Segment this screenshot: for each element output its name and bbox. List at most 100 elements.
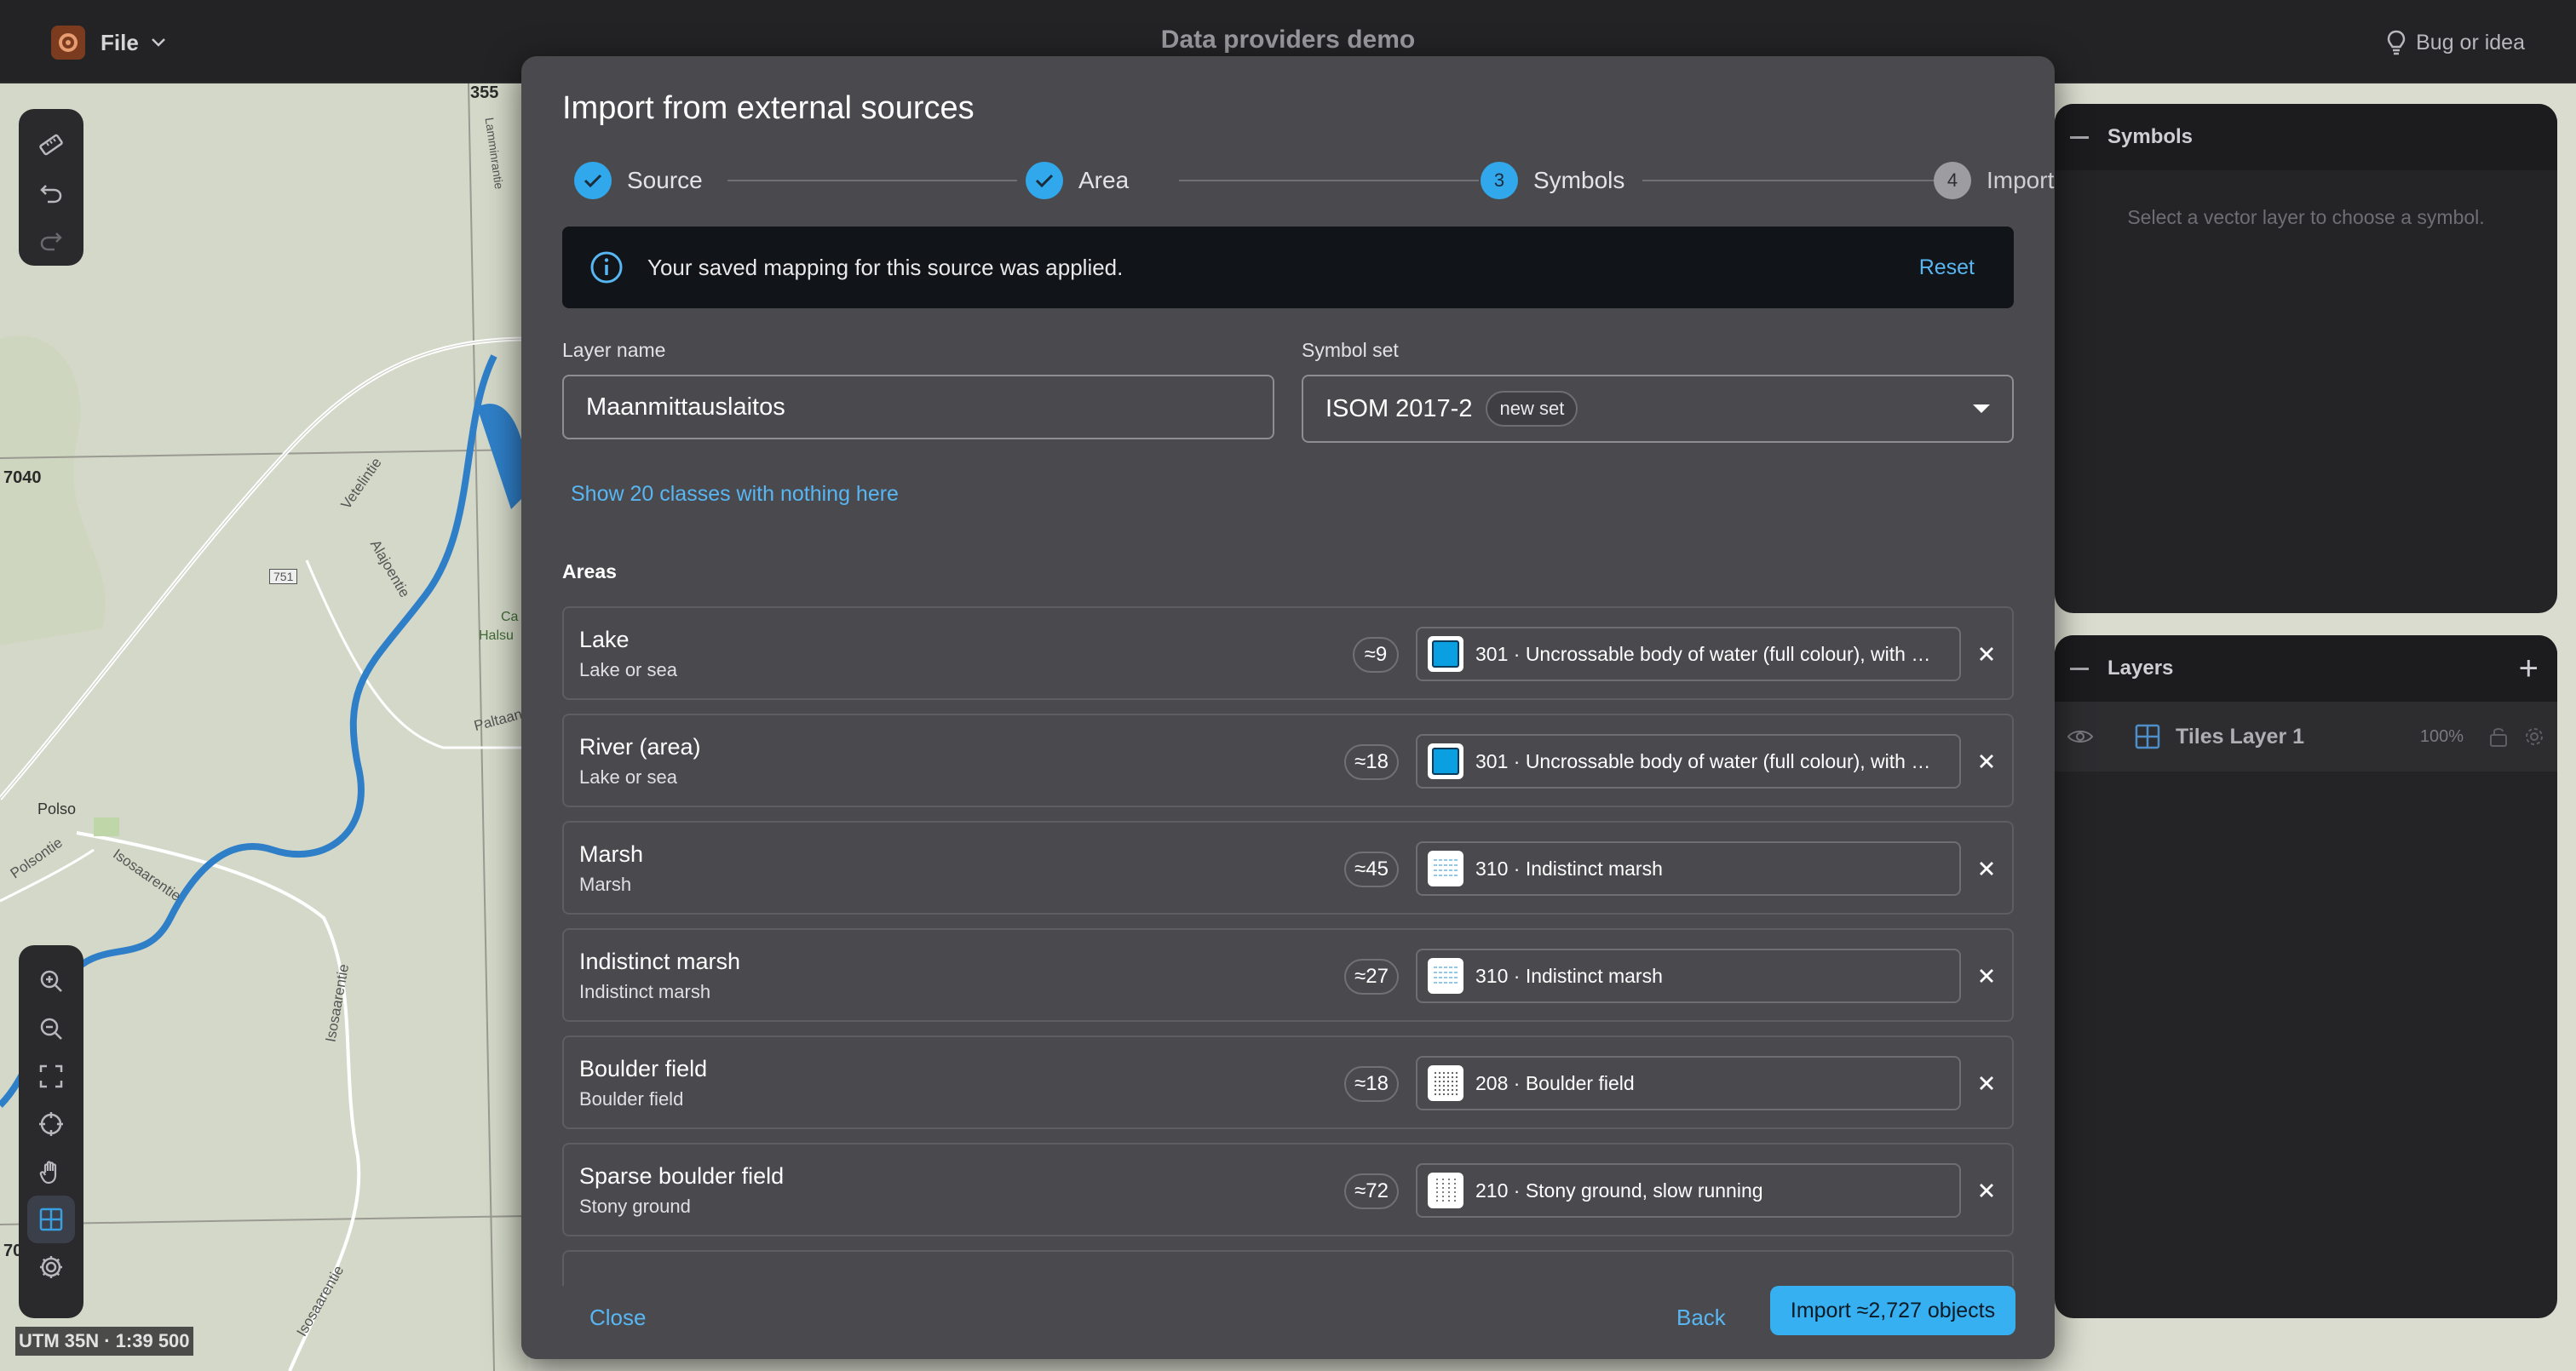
layer-name: Tiles Layer 1 — [2176, 724, 2305, 749]
remove-mapping-button[interactable] — [1971, 639, 2002, 669]
symbol-name: 210 · Stony ground, slow running — [1475, 1179, 1763, 1202]
symbol-name: 208 · Boulder field — [1475, 1071, 1635, 1094]
grid-button[interactable] — [27, 1196, 75, 1243]
file-menu[interactable]: File — [101, 26, 166, 60]
symbol-swatch-icon — [1428, 1065, 1463, 1101]
layers-panel: Layers + Tiles Layer 1 100% — [2055, 635, 2557, 1318]
row-source-class: Lake or sea — [579, 659, 677, 680]
symbol-name: 301 · Uncrossable body of water (full co… — [1475, 642, 1931, 665]
new-set-badge: new set — [1486, 391, 1578, 427]
symbol-swatch-icon — [1428, 636, 1463, 672]
mapping-row: Boulder field Boulder field ≈18 208 · Bould… — [562, 1035, 2014, 1129]
layer-opacity: 100% — [2419, 726, 2464, 746]
symbol-swatch-icon — [1428, 851, 1463, 886]
coordinate-readout: UTM 35N · 1:39 500 — [15, 1327, 193, 1356]
gear-icon[interactable] — [2523, 726, 2545, 748]
file-menu-label: File — [101, 29, 139, 55]
redo-button[interactable] — [27, 216, 75, 264]
add-layer-button[interactable]: + — [2519, 650, 2539, 688]
step-symbols[interactable]: 3 Symbols — [1481, 160, 1624, 201]
zoom-in-button[interactable] — [27, 957, 75, 1005]
row-source-class: Boulder field — [579, 1088, 684, 1110]
step-label: Area — [1078, 167, 1130, 193]
remove-mapping-button[interactable] — [1971, 1175, 2002, 1206]
symbol-name: 310 · Indistinct marsh — [1475, 857, 1663, 880]
stepper: Source Area 3 Symbols 4 Import — [574, 160, 2054, 201]
pan-hand-button[interactable] — [27, 1148, 75, 1196]
symbol-picker[interactable]: 310 · Indistinct marsh — [1416, 841, 1961, 896]
eye-icon[interactable] — [2067, 728, 2094, 745]
symbol-picker[interactable]: 210 · Stony ground, slow running — [1416, 1163, 1961, 1218]
step-source[interactable]: Source — [574, 160, 703, 201]
step-connector — [1179, 180, 1479, 181]
collapse-icon[interactable] — [2070, 667, 2089, 670]
symbol-set-select[interactable]: ISOM 2017-2 new set — [1302, 375, 2014, 443]
chevron-down-icon — [151, 38, 165, 47]
grid-icon — [39, 1208, 63, 1231]
grid-label: 355 — [470, 83, 499, 102]
row-source-name: Marsh — [579, 841, 644, 867]
symbols-panel-header[interactable]: Symbols — [2055, 104, 2557, 170]
show-empty-classes-link[interactable]: Show 20 classes with nothing here — [571, 482, 899, 507]
zoom-out-button[interactable] — [27, 1005, 75, 1053]
undo-button[interactable] — [27, 169, 75, 216]
check-icon — [1026, 162, 1063, 199]
symbol-picker[interactable]: 301 · Uncrossable body of water (full co… — [1416, 627, 1961, 681]
symbol-picker[interactable]: 208 · Boulder field — [1416, 1056, 1961, 1110]
layer-name-input[interactable] — [562, 375, 1274, 439]
row-source-name: Lake — [579, 627, 630, 652]
step-area[interactable]: Area — [1026, 160, 1129, 201]
fit-extent-button[interactable] — [27, 1053, 75, 1100]
close-button[interactable]: Close — [589, 1305, 646, 1331]
app-title: Data providers demo — [1160, 26, 1416, 54]
close-icon — [1980, 754, 1993, 768]
section-title: Areas — [562, 560, 617, 582]
undo-icon — [40, 185, 62, 204]
settings-button[interactable] — [27, 1243, 75, 1291]
symbols-panel-title: Symbols — [2107, 125, 2194, 148]
lock-icon[interactable] — [2489, 726, 2508, 748]
remove-mapping-button[interactable] — [1971, 961, 2002, 991]
close-icon — [1980, 969, 1993, 983]
ruler-icon — [39, 134, 63, 156]
symbol-name: 301 · Uncrossable body of water (full co… — [1475, 749, 1931, 772]
layer-name-label: Layer name — [562, 339, 666, 361]
symbol-picker[interactable]: 310 · Indistinct marsh — [1416, 949, 1961, 1003]
remove-mapping-button[interactable] — [1971, 1068, 2002, 1099]
row-count-badge: ≈9 — [1353, 637, 1399, 673]
remove-mapping-button[interactable] — [1971, 746, 2002, 777]
locate-button[interactable] — [27, 1100, 75, 1148]
reset-button[interactable]: Reset — [1919, 255, 1975, 280]
bug-or-idea-link[interactable]: Bug or idea — [2387, 26, 2525, 60]
mapping-row: Indistinct marsh Indistinct marsh ≈27 310 ·… — [562, 928, 2014, 1022]
layer-row[interactable]: Tiles Layer 1 100% — [2055, 702, 2557, 772]
mapping-row: River (area) Lake or sea ≈18 301 · Uncrossa… — [562, 714, 2014, 807]
tiles-layer-icon — [2135, 724, 2160, 749]
app-logo-icon[interactable] — [51, 26, 85, 60]
mapping-row: Sparse boulder field Stony ground ≈72 210 ·… — [562, 1143, 2014, 1236]
remove-mapping-button[interactable] — [1971, 853, 2002, 884]
map-toolbar — [19, 945, 83, 1318]
ruler-button[interactable] — [27, 121, 75, 169]
locate-icon — [39, 1112, 63, 1136]
row-source-name: Indistinct marsh — [579, 949, 741, 974]
step-connector — [1642, 180, 1939, 181]
symbol-set-value: ISOM 2017-2 — [1325, 394, 1473, 422]
symbol-swatch-icon — [1428, 958, 1463, 994]
layers-panel-title: Layers — [2107, 657, 2174, 680]
symbol-swatch-icon — [1428, 743, 1463, 779]
step-import[interactable]: 4 Import — [1934, 160, 2054, 201]
history-toolbar — [19, 109, 83, 266]
layers-panel-header[interactable]: Layers + — [2055, 635, 2557, 702]
row-count-badge: ≈27 — [1344, 959, 1399, 995]
info-icon — [590, 251, 623, 284]
back-button[interactable]: Back — [1676, 1305, 1726, 1331]
collapse-icon[interactable] — [2070, 135, 2089, 139]
symbol-picker[interactable]: 301 · Uncrossable body of water (full co… — [1416, 734, 1961, 789]
row-source-name: Boulder field — [579, 1056, 708, 1081]
symbols-panel: Symbols Select a vector layer to choose … — [2055, 104, 2557, 613]
settings-icon — [40, 1256, 62, 1278]
import-button[interactable]: Import ≈2,727 objects — [1770, 1286, 2015, 1335]
dialog-footer: Close Back Import ≈2,727 objects — [521, 1286, 2055, 1359]
row-source-name: Sparse boulder field — [579, 1163, 785, 1189]
